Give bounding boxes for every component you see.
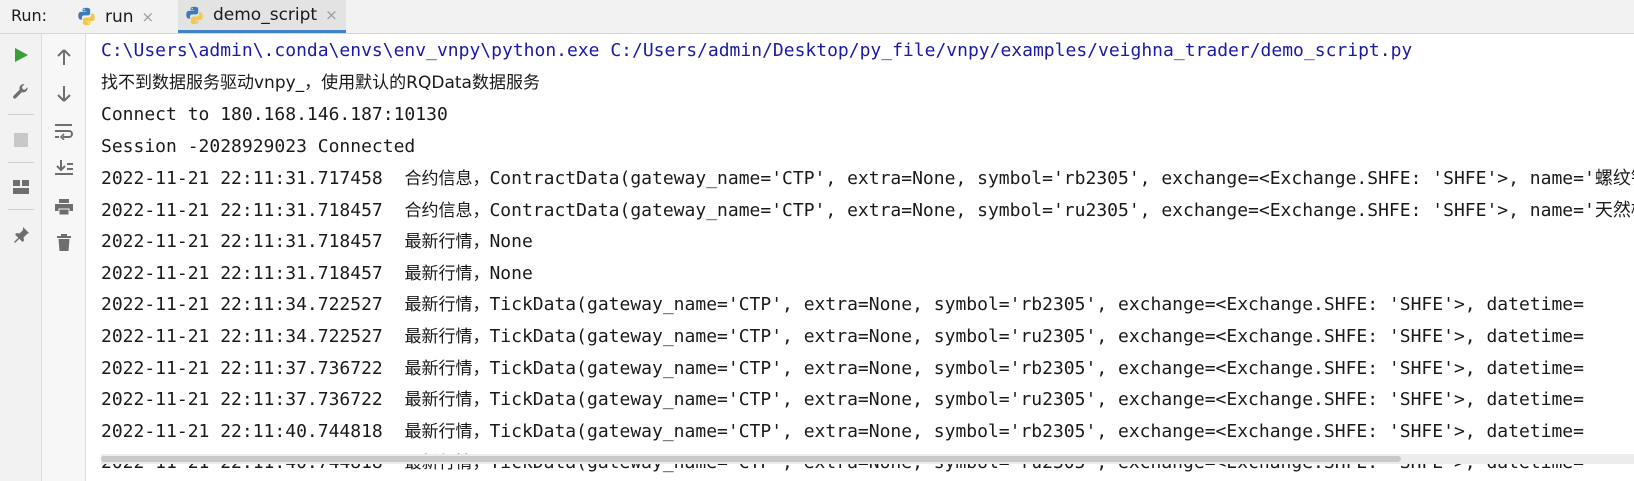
print-icon xyxy=(55,199,73,216)
toolbar-separator xyxy=(8,162,34,163)
horizontal-scrollbar-thumb[interactable] xyxy=(101,456,1401,462)
log-message: TickData(gateway_name='CTP', extra=None,… xyxy=(489,294,1584,316)
log-timestamp: 2022-11-21 22:11:40.744818 xyxy=(101,420,383,442)
python-file-icon xyxy=(78,7,95,26)
console-log-line: 2022-11-21 22:11:31.717458 合约信息，Contract… xyxy=(101,167,1634,191)
layout-icon xyxy=(13,180,29,194)
log-label: 合约信息， xyxy=(404,169,490,189)
console-notice-line: 找不到数据服务驱动vnpy_，使用默认的RQData数据服务 xyxy=(101,73,540,93)
log-timestamp: 2022-11-21 22:11:34.722527 xyxy=(101,326,383,347)
log-label: 合约信息， xyxy=(404,200,490,221)
settings-wrench-icon xyxy=(13,84,28,99)
log-label: 最新行情， xyxy=(404,327,490,347)
log-message: ContractData(gateway_name='CTP', extra=N… xyxy=(489,168,1634,189)
scroll-to-end-button[interactable] xyxy=(50,154,78,182)
scroll-to-end-icon xyxy=(55,160,73,175)
log-timestamp: 2022-11-21 22:11:37.736722 xyxy=(101,389,383,411)
console-command-line[interactable]: C:\Users\admin\.conda\envs\env_vnpy\pyth… xyxy=(101,39,1412,63)
console-log-line: 2022-11-21 22:11:31.718457 最新行情，None xyxy=(101,230,533,254)
clear-all-icon xyxy=(57,234,71,251)
log-timestamp: 2022-11-21 22:11:31.718457 xyxy=(101,199,383,221)
console-log-line: 2022-11-21 22:11:34.722527 最新行情，TickData… xyxy=(101,325,1584,349)
log-message: ContractData(gateway_name='CTP', extra=N… xyxy=(489,199,1634,221)
toolbar-separator xyxy=(8,114,34,115)
print-button[interactable] xyxy=(50,193,78,221)
tab-run-label: run xyxy=(105,6,134,27)
run-label: Run: xyxy=(11,6,48,25)
pin-icon xyxy=(14,227,29,243)
pin-tab-button[interactable] xyxy=(7,221,35,249)
log-label: 最新行情， xyxy=(404,263,490,284)
log-label: 最新行情， xyxy=(404,232,490,253)
clear-all-button[interactable] xyxy=(50,229,78,257)
rerun-button[interactable] xyxy=(7,41,35,69)
log-message: None xyxy=(489,262,533,284)
up-stack-trace-button[interactable] xyxy=(50,43,78,71)
tab-demo-script-close-icon[interactable]: × xyxy=(325,6,338,24)
down-stack-trace-button[interactable] xyxy=(50,80,78,108)
console-log-line: 2022-11-21 22:11:37.736722 最新行情，TickData… xyxy=(101,388,1584,412)
tab-demo-script-label: demo_script xyxy=(213,5,318,25)
log-timestamp: 2022-11-21 22:11:37.736722 xyxy=(101,357,383,379)
log-message: TickData(gateway_name='CTP', extra=None,… xyxy=(489,357,1584,379)
log-label: 最新行情， xyxy=(404,295,490,316)
stop-button[interactable] xyxy=(7,126,35,154)
python-file-icon xyxy=(186,6,203,24)
log-label: 最新行情， xyxy=(404,421,490,442)
log-timestamp: 2022-11-21 22:11:31.718457 xyxy=(101,231,383,253)
soft-wrap-icon xyxy=(55,124,73,140)
log-message: TickData(gateway_name='CTP', extra=None,… xyxy=(489,326,1584,347)
log-label: 最新行情， xyxy=(404,390,490,411)
scroll-up-icon xyxy=(57,49,71,65)
console-log-line: 2022-11-21 22:11:31.718457 最新行情，None xyxy=(101,262,533,286)
scroll-down-icon xyxy=(57,86,71,102)
log-message: None xyxy=(489,231,533,253)
run-toolbar-secondary xyxy=(42,34,86,481)
restore-layout-button[interactable] xyxy=(7,173,35,201)
run-tool-window-tabbar: Run: run × demo_script × xyxy=(0,0,1634,34)
log-message: TickData(gateway_name='CTP', extra=None,… xyxy=(489,420,1584,442)
log-timestamp: 2022-11-21 22:11:34.722527 xyxy=(101,294,383,316)
console-output[interactable]: C:\Users\admin\.conda\envs\env_vnpy\pyth… xyxy=(86,34,1634,481)
modify-run-config-button[interactable] xyxy=(7,78,35,106)
toolbar-separator xyxy=(8,209,34,210)
console-log-line: 2022-11-21 22:11:37.736722 最新行情，TickData… xyxy=(101,357,1584,381)
console-log-line: 2022-11-21 22:11:31.718457 合约信息，Contract… xyxy=(101,199,1634,223)
stop-icon xyxy=(14,133,28,147)
run-toolbar-primary xyxy=(0,34,42,481)
log-label: 最新行情， xyxy=(404,358,490,379)
console-log-line: 2022-11-21 22:11:34.722527 最新行情，TickData… xyxy=(101,293,1584,317)
soft-wrap-button[interactable] xyxy=(50,117,78,145)
log-timestamp: 2022-11-21 22:11:31.717458 xyxy=(101,168,383,189)
tab-run[interactable]: run × xyxy=(70,0,170,33)
rerun-icon xyxy=(15,48,28,62)
console-log-line: 2022-11-21 22:11:40.744818 最新行情，TickData… xyxy=(101,420,1584,444)
console-connect-line: Connect to 180.168.146.187:10130 xyxy=(101,104,448,125)
tab-run-close-icon[interactable]: × xyxy=(142,8,155,26)
console-session-line: Session -2028929023 Connected xyxy=(101,136,416,157)
log-message: TickData(gateway_name='CTP', extra=None,… xyxy=(489,389,1584,411)
log-timestamp: 2022-11-21 22:11:31.718457 xyxy=(101,262,383,284)
tab-demo-script[interactable]: demo_script × xyxy=(178,0,346,33)
horizontal-scrollbar[interactable] xyxy=(101,454,1634,464)
